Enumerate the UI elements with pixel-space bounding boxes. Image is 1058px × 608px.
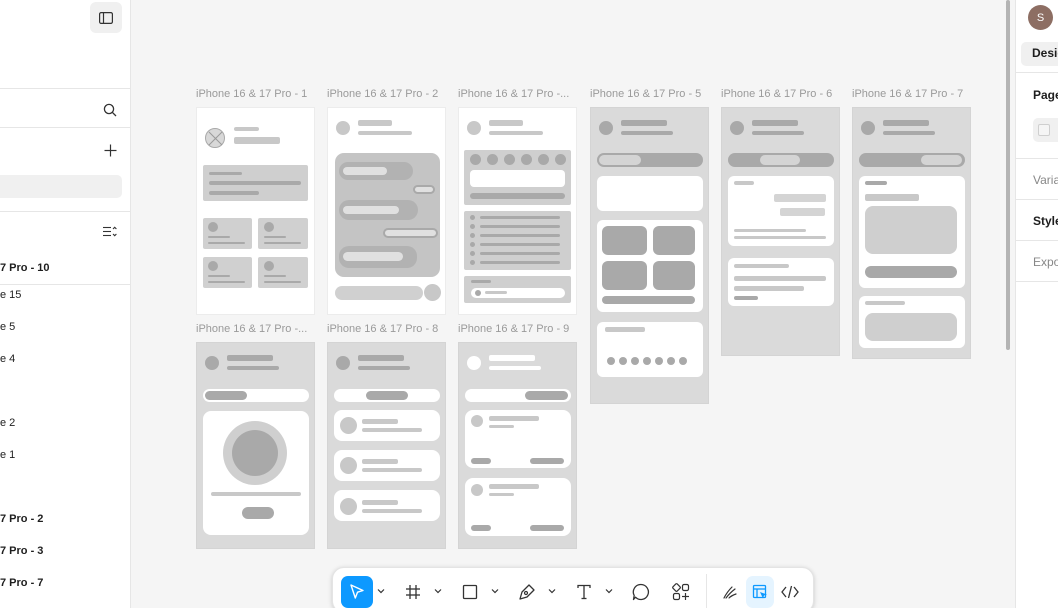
layer-item[interactable]: e 2 <box>0 417 15 429</box>
color-swatch <box>1038 124 1050 136</box>
frame-label[interactable]: iPhone 16 & 17 Pro - 5 <box>590 88 715 100</box>
toolbar-divider <box>706 574 707 608</box>
frame-label[interactable]: iPhone 16 & 17 Pro - 7 <box>852 88 977 100</box>
layer-item[interactable]: 7 Pro - 7 <box>0 577 43 589</box>
apps-icon <box>672 583 690 601</box>
divider <box>1016 281 1058 282</box>
page-item-selected[interactable] <box>0 175 122 198</box>
rectangle-icon <box>462 584 478 600</box>
frame-tool-button[interactable] <box>399 576 427 608</box>
frame-label[interactable]: iPhone 16 & 17 Pro - 2 <box>327 88 452 100</box>
frame-icon <box>406 585 420 599</box>
layer-item[interactable]: 7 Pro - 3 <box>0 545 43 557</box>
divider <box>0 127 130 128</box>
comment-icon <box>632 583 650 601</box>
layer-item[interactable]: 7 Pro - 2 <box>0 513 43 525</box>
frame-thumbnail[interactable] <box>327 107 446 315</box>
search-icon[interactable] <box>100 100 120 120</box>
page-color-field[interactable] <box>1033 118 1058 142</box>
layer-item[interactable]: e 1 <box>0 449 15 461</box>
frame-thumbnail[interactable] <box>721 107 840 356</box>
shape-tool-button[interactable] <box>456 576 484 608</box>
layer-item[interactable]: e 15 <box>0 289 21 301</box>
frame-thumbnail[interactable] <box>458 342 577 549</box>
divider <box>0 211 130 212</box>
frame-thumbnail[interactable] <box>852 107 971 359</box>
frame-label[interactable]: iPhone 16 & 17 Pro -... <box>458 88 576 100</box>
divider <box>0 284 130 285</box>
dev-mode-button[interactable] <box>776 576 804 608</box>
layer-item[interactable]: e 5 <box>0 321 15 333</box>
text-tool-button[interactable] <box>570 576 598 608</box>
pen-icon <box>519 584 535 600</box>
add-page-icon[interactable] <box>100 140 120 160</box>
section-page-title: Page <box>1033 88 1058 102</box>
divider <box>1016 240 1058 241</box>
section-export-title[interactable]: Expo <box>1033 255 1058 269</box>
sidebar-icon <box>99 11 113 24</box>
layer-item[interactable]: e 4 <box>0 353 15 365</box>
draw-icon <box>723 586 737 599</box>
chevron-down-icon[interactable] <box>605 587 613 595</box>
divider <box>1016 158 1058 159</box>
frame-label[interactable]: iPhone 16 & 17 Pro - 1 <box>196 88 321 100</box>
frame-thumbnail[interactable] <box>196 342 315 549</box>
cursor-icon <box>350 584 364 599</box>
frame-label[interactable]: iPhone 16 & 17 Pro -... <box>196 323 314 335</box>
avatar[interactable]: S <box>1028 5 1053 30</box>
divider <box>0 88 130 89</box>
chevron-down-icon[interactable] <box>491 587 499 595</box>
comment-tool-button[interactable] <box>627 576 655 608</box>
left-panel: 7 Pro - 10 e 15 e 5 e 4 e 2 e 1 7 Pro - … <box>0 0 131 608</box>
bottom-toolbar <box>332 567 814 608</box>
sidebar-toggle-button[interactable] <box>90 2 122 33</box>
right-panel: S Desig Page Varia Style Expo <box>1015 0 1058 608</box>
frame-thumbnail[interactable] <box>590 107 709 404</box>
frame-thumbnail[interactable] <box>327 342 446 549</box>
draw-mode-button[interactable] <box>716 576 744 608</box>
pen-tool-button[interactable] <box>513 576 541 608</box>
divider <box>1016 72 1058 73</box>
section-variables-title[interactable]: Varia <box>1033 173 1058 187</box>
frame-label[interactable]: iPhone 16 & 17 Pro - 9 <box>458 323 583 335</box>
frame-thumbnail[interactable] <box>196 107 315 315</box>
design-mode-button[interactable] <box>746 576 774 608</box>
design-mode-icon <box>752 584 767 599</box>
chevron-down-icon[interactable] <box>377 587 385 595</box>
tab-design[interactable]: Desig <box>1021 42 1058 66</box>
chevron-down-icon[interactable] <box>548 587 556 595</box>
collapse-layers-icon[interactable] <box>100 222 120 242</box>
layer-item[interactable]: 7 Pro - 10 <box>0 262 50 274</box>
frame-thumbnail[interactable] <box>458 107 577 315</box>
actions-tool-button[interactable] <box>667 576 695 608</box>
divider <box>1016 199 1058 200</box>
section-styles-title[interactable]: Style <box>1033 214 1058 228</box>
chevron-down-icon[interactable] <box>434 587 442 595</box>
frame-label[interactable]: iPhone 16 & 17 Pro - 8 <box>327 323 452 335</box>
canvas-scrollbar[interactable] <box>1006 0 1010 350</box>
frame-label[interactable]: iPhone 16 & 17 Pro - 6 <box>721 88 846 100</box>
move-tool-button[interactable] <box>341 576 373 608</box>
text-icon <box>577 584 591 600</box>
code-icon <box>781 585 799 599</box>
